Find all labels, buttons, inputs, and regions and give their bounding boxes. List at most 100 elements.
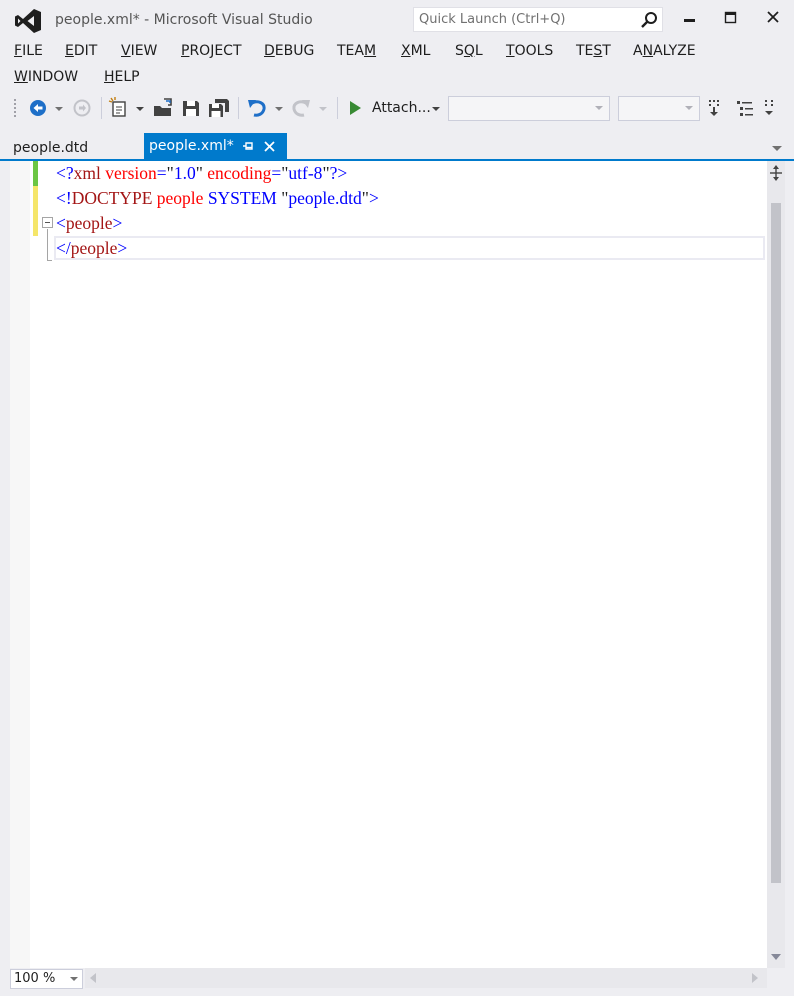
toolbar-overflow-icon[interactable] (762, 96, 776, 120)
code-line[interactable]: </people> (56, 236, 379, 261)
code-token: DOCTYPE (71, 188, 153, 208)
redo-icon[interactable] (290, 96, 312, 120)
code-token: <! (56, 188, 72, 208)
vertical-scroll-thumb[interactable] (771, 203, 781, 883)
zoom-level: 100 % (14, 971, 56, 986)
tab-label: people.dtd (13, 140, 89, 156)
outline-list-icon[interactable] (735, 96, 755, 120)
menu-team[interactable]: TEAM (337, 43, 376, 59)
scrollbar-corner (767, 968, 785, 988)
code-token: version (105, 163, 157, 183)
vertical-scrollbar[interactable] (767, 161, 785, 968)
code-line[interactable]: <?xml version="1.0" encoding="utf-8"?> (56, 161, 379, 186)
search-icon[interactable] (640, 11, 658, 29)
close-icon[interactable] (758, 6, 788, 28)
code-token: <? (56, 163, 74, 183)
split-window-icon[interactable] (769, 164, 783, 182)
change-marker (33, 161, 38, 186)
back-icon[interactable] (28, 96, 48, 120)
code-token: " (166, 163, 174, 183)
code-area[interactable]: <?xml version="1.0" encoding="utf-8"?> <!… (56, 161, 379, 261)
code-line[interactable]: <people> (56, 211, 379, 236)
toolbar-grip-icon[interactable] (12, 96, 20, 120)
start-icon[interactable] (346, 96, 364, 120)
menu-debug[interactable]: DEBUG (264, 43, 314, 59)
solution-platform-combo[interactable] (618, 96, 700, 121)
menu-sql[interactable]: SQL (455, 43, 483, 59)
code-token: ?> (329, 163, 348, 183)
scroll-left-icon[interactable] (90, 973, 96, 983)
attach-dropdown-icon[interactable] (430, 96, 442, 120)
redo-dropdown-icon[interactable] (317, 96, 329, 120)
indicator-margin (10, 161, 30, 968)
toolbar-separator (337, 97, 338, 119)
chevron-down-icon (70, 977, 78, 981)
code-token: xml (73, 163, 101, 183)
new-project-icon[interactable] (108, 96, 130, 120)
undo-icon[interactable] (246, 96, 268, 120)
code-token: people (65, 213, 113, 233)
menu-project[interactable]: PROJECT (181, 43, 242, 59)
outline-guide-end (47, 260, 52, 261)
code-token: </ (56, 238, 71, 258)
forward-icon[interactable] (72, 96, 92, 120)
code-token: < (56, 213, 66, 233)
tab-people-xml[interactable]: people.xml* (144, 133, 287, 161)
tab-label: people.xml* (149, 138, 234, 154)
open-file-icon[interactable] (152, 96, 174, 120)
menu-test[interactable]: TEST (576, 43, 611, 59)
pin-icon[interactable] (241, 139, 255, 153)
code-token: " (195, 163, 203, 183)
code-token: people.dtd (288, 188, 362, 208)
menu-xml[interactable]: XML (401, 43, 430, 59)
document-tab-well: people.dtd people.xml* (0, 132, 794, 161)
menu-bar: FILE EDIT VIEW PROJECT DEBUG TEAM XML SQ… (0, 38, 794, 90)
toolbar-separator (101, 97, 102, 119)
chevron-down-icon (685, 106, 693, 110)
menu-edit[interactable]: EDIT (65, 43, 97, 59)
change-marker (33, 211, 38, 236)
menu-file[interactable]: FILE (14, 43, 43, 59)
solution-configuration-combo[interactable] (448, 96, 610, 121)
save-all-icon[interactable] (207, 96, 231, 120)
menu-tools[interactable]: TOOLS (506, 43, 553, 59)
save-icon[interactable] (180, 96, 202, 120)
attach-button[interactable]: Attach... (372, 96, 431, 120)
collapse-toggle-icon[interactable] (42, 217, 53, 228)
code-token: people (156, 188, 204, 208)
code-token: = (271, 163, 282, 183)
maximize-icon[interactable] (716, 6, 746, 28)
code-token: > (112, 213, 123, 233)
chevron-down-icon[interactable] (772, 146, 782, 151)
menu-window[interactable]: WINDOW (14, 69, 78, 85)
outline-guide (47, 229, 48, 261)
code-line[interactable]: <!DOCTYPE people SYSTEM "people.dtd"> (56, 186, 379, 211)
menu-analyze[interactable]: ANALYZE (633, 43, 696, 59)
code-token: > (117, 238, 128, 258)
tab-people-dtd[interactable]: people.dtd (0, 136, 101, 161)
code-token: " (322, 163, 330, 183)
toolbar-separator (238, 97, 239, 119)
code-token: > (368, 188, 379, 208)
code-token: utf-8 (288, 163, 323, 183)
find-options-icon[interactable] (706, 96, 722, 120)
back-dropdown-icon[interactable] (53, 96, 65, 120)
xml-editor[interactable]: <?xml version="1.0" encoding="utf-8"?> <!… (10, 161, 785, 968)
quick-launch-box[interactable] (413, 7, 663, 32)
code-token: " (361, 188, 369, 208)
menu-view[interactable]: VIEW (121, 43, 157, 59)
window-title: people.xml* - Microsoft Visual Studio (55, 12, 313, 28)
standard-toolbar: Attach... (0, 93, 794, 123)
undo-dropdown-icon[interactable] (273, 96, 285, 120)
code-token: = (156, 163, 167, 183)
minimize-icon[interactable] (674, 6, 704, 28)
title-bar: people.xml* - Microsoft Visual Studio (0, 0, 794, 38)
menu-help[interactable]: HELP (104, 69, 140, 85)
new-dropdown-icon[interactable] (134, 96, 146, 120)
zoom-level-combo[interactable]: 100 % (10, 969, 83, 989)
quick-launch-input[interactable] (414, 8, 634, 31)
close-icon[interactable] (263, 140, 276, 153)
scroll-right-icon[interactable] (752, 973, 758, 983)
scroll-down-icon[interactable] (771, 954, 781, 960)
horizontal-scrollbar[interactable] (85, 968, 767, 988)
